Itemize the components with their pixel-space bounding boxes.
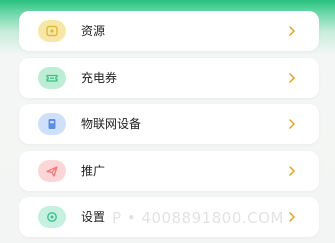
menu-item-label: 资源	[81, 24, 106, 38]
settings-icon	[38, 206, 66, 228]
menu-item-resources[interactable]: 资源	[19, 11, 319, 51]
chevron-right-icon	[289, 166, 295, 176]
chevron-right-icon	[289, 26, 295, 36]
menu-item-label: 充电券	[81, 71, 118, 85]
menu-item-label: 推广	[81, 164, 106, 178]
send-icon	[38, 160, 66, 182]
chevron-right-icon	[289, 73, 295, 83]
menu-list: 资源 充电券 物联网设备 推广 设置 P • 4008891800.COM	[0, 0, 335, 243]
menu-item-charging-coupons[interactable]: 充电券	[19, 58, 319, 98]
menu-item-promotion[interactable]: 推广	[19, 151, 319, 191]
resource-icon	[38, 20, 66, 42]
ticket-icon	[38, 67, 66, 89]
chevron-right-icon	[289, 212, 295, 222]
chevron-right-icon	[289, 119, 295, 129]
menu-item-label: 物联网设备	[81, 117, 142, 131]
menu-item-label: 设置	[81, 210, 106, 224]
menu-item-iot-devices[interactable]: 物联网设备	[19, 104, 319, 144]
device-icon	[38, 113, 66, 135]
watermark: P • 4008891800.COM	[112, 209, 284, 227]
